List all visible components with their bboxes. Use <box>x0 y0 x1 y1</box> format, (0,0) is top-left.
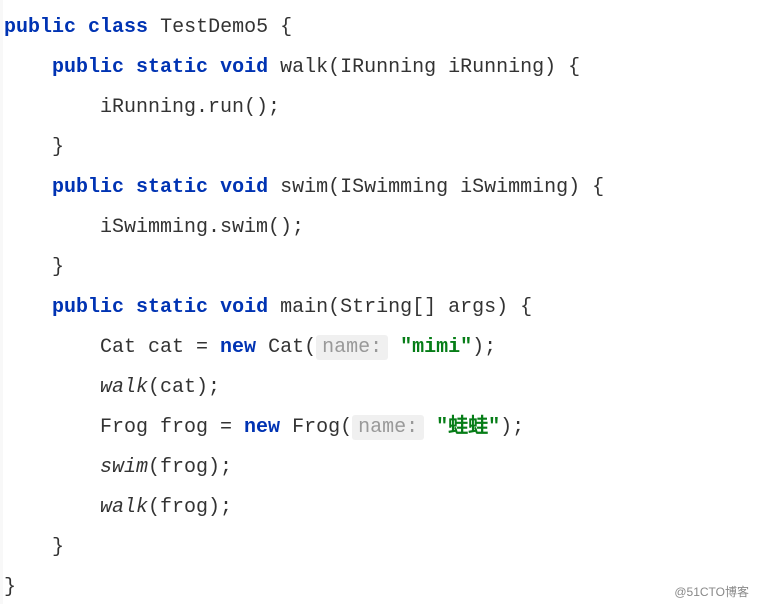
line-3: iRunning.run(); <box>4 96 280 119</box>
kw-public: public <box>52 56 124 79</box>
method-name-walk: walk <box>280 56 328 79</box>
kw-public: public <box>52 296 124 319</box>
kw-public: public <box>52 176 124 199</box>
gutter <box>0 0 3 604</box>
call-walk-frog: walk <box>100 496 148 519</box>
line-6: iSwimming.swim(); <box>4 216 304 239</box>
kw-void: void <box>220 296 268 319</box>
watermark-text: @51CTO博客 <box>674 586 749 598</box>
class-name: TestDemo5 <box>160 16 268 39</box>
line-7: } <box>4 256 64 279</box>
line-10: walk(cat); <box>4 376 220 399</box>
line-11: Frog frog = new Frog(name: "蛙蛙"); <box>4 415 524 440</box>
line-9: Cat cat = new Cat(name: "mimi"); <box>4 335 496 360</box>
method-name-main: main <box>280 296 328 319</box>
line-12: swim(frog); <box>4 456 232 479</box>
string-mimi: "mimi" <box>400 336 472 359</box>
line-5: public static void swim(ISwimming iSwimm… <box>4 176 604 199</box>
frog-decl-pre: Frog frog = <box>100 416 244 439</box>
param-hint-name: name: <box>316 335 388 360</box>
call-swim-frog: swim <box>100 456 148 479</box>
method-name-swim: swim <box>280 176 328 199</box>
kw-class: class <box>88 16 148 39</box>
param-hint-name: name: <box>352 415 424 440</box>
frog-ctor: Frog( <box>280 416 352 439</box>
cat-ctor: Cat( <box>256 336 316 359</box>
line-1: public class TestDemo5 { <box>4 16 292 39</box>
code-block: public class TestDemo5 { public static v… <box>0 0 759 608</box>
kw-static: static <box>136 176 208 199</box>
kw-static: static <box>136 296 208 319</box>
string-frog: "蛙蛙" <box>436 416 500 439</box>
line-13: walk(frog); <box>4 496 232 519</box>
method2-body: iSwimming.swim(); <box>100 216 304 239</box>
kw-public: public <box>4 16 76 39</box>
kw-void: void <box>220 56 268 79</box>
line-15: } <box>4 576 16 599</box>
call-walk-cat: walk <box>100 376 148 399</box>
kw-new: new <box>220 336 256 359</box>
line-2: public static void walk(IRunning iRunnin… <box>4 56 580 79</box>
line-14: } <box>4 536 64 559</box>
kw-static: static <box>136 56 208 79</box>
method1-body: iRunning.run(); <box>100 96 280 119</box>
kw-new: new <box>244 416 280 439</box>
kw-void: void <box>220 176 268 199</box>
line-4: } <box>4 136 64 159</box>
cat-decl-pre: Cat cat = <box>100 336 220 359</box>
line-8: public static void main(String[] args) { <box>4 296 532 319</box>
